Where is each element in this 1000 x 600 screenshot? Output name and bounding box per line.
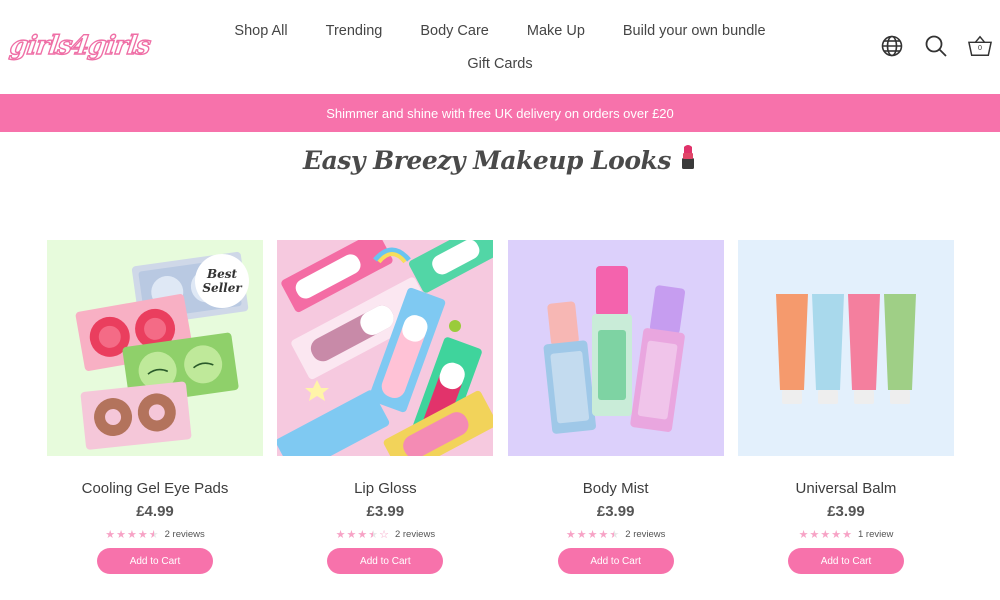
review-count[interactable]: 2 reviews	[395, 529, 435, 540]
nav-item-build-bundle[interactable]: Build your own bundle	[623, 23, 766, 39]
star-icon: ★	[105, 528, 116, 541]
product-card: Body Mist £3.99 ★ ★ ★ ★ ★ 2 reviews Add to C…	[507, 240, 724, 574]
nav-item-body-care[interactable]: Body Care	[420, 23, 489, 39]
section-header: Easy Breezy Makeup Looks	[0, 144, 1000, 176]
search-icon[interactable]	[924, 34, 948, 58]
star-icon: ★	[587, 528, 598, 541]
star-icon: ★	[809, 528, 820, 541]
product-image[interactable]	[277, 240, 494, 456]
star-rating: ★ ★ ★ ★ ★	[105, 529, 158, 540]
product-price: £3.99	[827, 503, 865, 520]
star-rating: ★ ★ ★ ★ ★	[566, 529, 619, 540]
product-price: £3.99	[596, 503, 635, 520]
star-icon: ★	[576, 528, 587, 541]
star-icon: ★	[346, 528, 357, 541]
star-icon: ★	[565, 528, 576, 541]
product-name[interactable]: Universal Balm	[738, 480, 954, 497]
announcement-bar: Shimmer and shine with free UK delivery …	[0, 94, 1000, 132]
product-name[interactable]: Lip Gloss	[277, 480, 493, 497]
star-icon: ★	[357, 528, 368, 541]
header-icons: 0	[880, 34, 992, 58]
star-icon: ★	[368, 528, 379, 541]
badge-line-2: Seller	[202, 281, 242, 295]
nav-item-shop-all[interactable]: Shop All	[234, 23, 287, 39]
star-icon: ★	[148, 528, 159, 541]
star-rating: ★ ★ ★ ★ ☆	[336, 529, 389, 540]
product-card: Best Seller Cooling Gel Eye Pads £4.99 ★…	[47, 240, 263, 574]
product-rating: ★ ★ ★ ★ ★ 2 reviews	[508, 529, 724, 540]
badge-line-1: Best	[206, 267, 238, 281]
section-title: Easy Breezy Makeup Looks	[303, 145, 671, 175]
product-grid: Best Seller Cooling Gel Eye Pads £4.99 ★…	[47, 240, 954, 574]
product-price: £4.99	[136, 503, 174, 520]
product-name[interactable]: Body Mist	[508, 480, 724, 497]
product-name[interactable]: Cooling Gel Eye Pads	[47, 480, 263, 497]
announcement-text: Shimmer and shine with free UK delivery …	[326, 105, 674, 121]
product-rating: ★ ★ ★ ★ ★ 1 review	[738, 529, 954, 540]
star-icon: ★	[116, 528, 126, 541]
review-count[interactable]: 2 reviews	[625, 529, 665, 540]
star-rating: ★ ★ ★ ★ ★	[799, 529, 852, 540]
star-icon: ★	[127, 528, 137, 541]
product-image[interactable]	[507, 240, 724, 456]
globe-icon[interactable]	[880, 34, 904, 58]
nav-row-secondary: Gift Cards	[230, 47, 770, 80]
product-rating: ★ ★ ★ ★ ★ 2 reviews	[47, 529, 263, 540]
product-image[interactable]: Best Seller	[47, 240, 263, 456]
review-count[interactable]: 1 review	[858, 529, 893, 540]
cart-icon[interactable]: 0	[968, 34, 992, 58]
add-to-cart-button[interactable]: Add to Cart	[787, 548, 904, 574]
star-icon: ★	[798, 528, 809, 541]
star-icon: ★	[598, 528, 609, 541]
nav-item-trending[interactable]: Trending	[326, 23, 383, 39]
main-nav: Shop All Trending Body Care Make Up Buil…	[230, 14, 770, 80]
product-card: Universal Balm £3.99 ★ ★ ★ ★ ★ 1 review Add …	[737, 240, 954, 574]
product-rating: ★ ★ ★ ★ ☆ 2 reviews	[277, 529, 493, 540]
star-icon: ★	[842, 528, 852, 541]
star-icon: ★	[831, 528, 842, 541]
star-icon: ★	[335, 528, 346, 541]
lipstick-icon	[679, 144, 697, 176]
product-card: Lip Gloss £3.99 ★ ★ ★ ★ ☆ 2 reviews Add to C…	[277, 240, 494, 574]
cart-count: 0	[977, 44, 983, 52]
star-icon: ★	[609, 528, 620, 541]
best-seller-badge: Best Seller	[195, 254, 249, 308]
nav-row-primary: Shop All Trending Body Care Make Up Buil…	[230, 14, 770, 47]
star-icon: ★	[137, 528, 148, 541]
product-price: £3.99	[366, 503, 405, 520]
product-image[interactable]	[737, 240, 954, 456]
review-count[interactable]: 2 reviews	[165, 529, 205, 540]
add-to-cart-button[interactable]: Add to Cart	[327, 548, 444, 574]
star-icon: ★	[820, 528, 831, 541]
site-header: girls4girls Shop All Trending Body Care …	[0, 0, 1000, 94]
nav-item-make-up[interactable]: Make Up	[527, 23, 585, 39]
add-to-cart-button[interactable]: Add to Cart	[97, 548, 213, 574]
star-icon: ☆	[379, 528, 389, 541]
nav-item-gift-cards[interactable]: Gift Cards	[467, 56, 532, 72]
add-to-cart-button[interactable]: Add to Cart	[557, 548, 674, 574]
brand-logo[interactable]: girls4girls	[6, 18, 159, 74]
